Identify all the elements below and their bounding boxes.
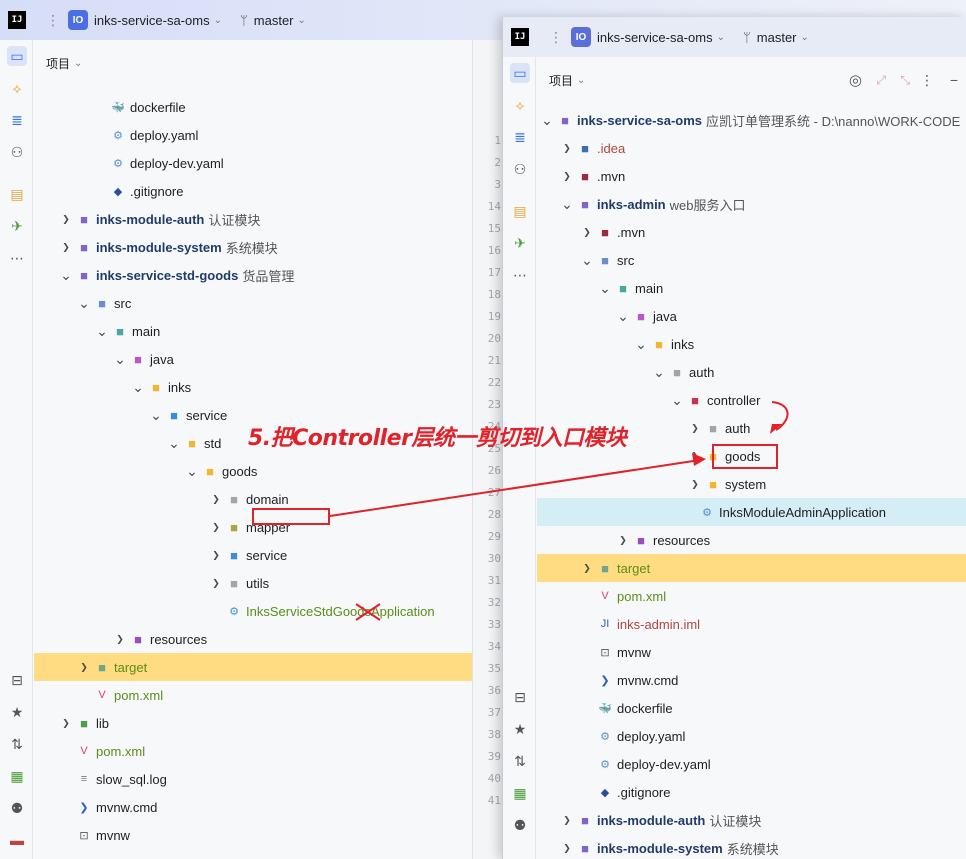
move-arrow-head <box>692 453 706 466</box>
move-arrow-line <box>329 459 701 517</box>
curved-arrow-head <box>770 424 782 434</box>
annotation-arrows <box>329 401 789 621</box>
